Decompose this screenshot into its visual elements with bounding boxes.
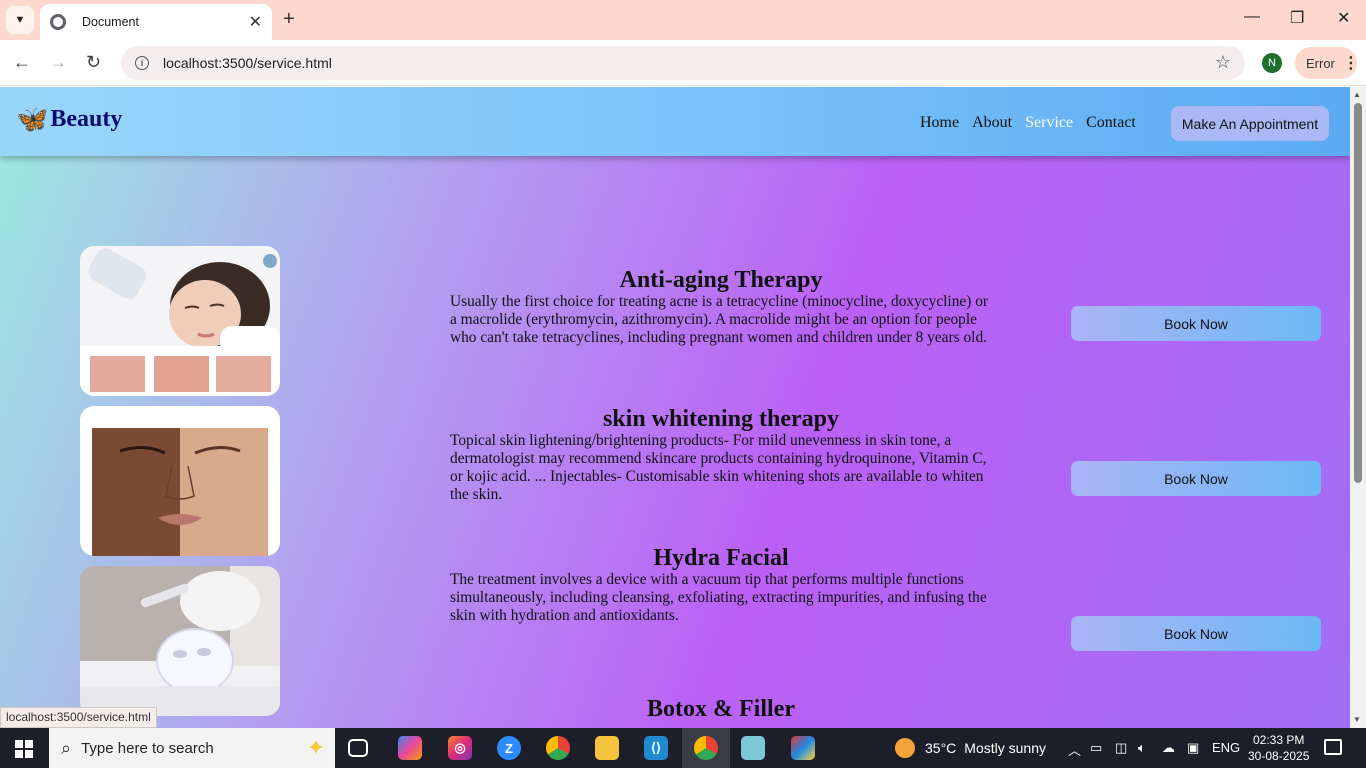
site-header: 🦋 Beauty Home About Service Contact Make…: [0, 87, 1350, 156]
paint-app-icon[interactable]: [791, 736, 815, 760]
page-scrollbar[interactable]: ▲ ▼: [1350, 87, 1366, 728]
scroll-down-icon[interactable]: ▼: [1353, 715, 1361, 724]
error-label: Error: [1306, 55, 1335, 71]
anti-aging-image: [80, 246, 280, 396]
scrollbar-thumb[interactable]: [1354, 103, 1362, 483]
tab-strip: ▼ Document ✕ + — ❐ ✕: [0, 0, 1366, 40]
services-section: Anti-aging Therapy Usually the first cho…: [0, 156, 1350, 728]
search-placeholder: Type here to search: [81, 739, 214, 757]
windows-taskbar: ⌕ Type here to search ✦ ◎ Z ⟨⟩ 35°C Most…: [0, 728, 1366, 768]
chrome-icon[interactable]: [546, 736, 570, 760]
scroll-up-icon[interactable]: ▲: [1353, 90, 1361, 99]
service-description: The treatment involves a device with a v…: [450, 571, 987, 624]
minimize-icon[interactable]: —: [1244, 8, 1260, 26]
clock-time: 02:33 PM: [1253, 733, 1305, 747]
nav-service[interactable]: Service: [1025, 114, 1073, 132]
main-nav: Home About Service Contact: [920, 114, 1136, 132]
notes-app-icon[interactable]: [741, 736, 765, 760]
status-bubble: localhost:3500/service.html: [0, 707, 157, 728]
notification-icon[interactable]: [1324, 739, 1342, 755]
browser-toolbar: ← → ↻ i localhost:3500/service.html ☆: [0, 40, 1366, 86]
instagram-icon[interactable]: ◎: [448, 736, 472, 760]
chrome-profile-icon[interactable]: [694, 736, 718, 760]
language-indicator[interactable]: ENG: [1212, 740, 1240, 755]
vscode-icon[interactable]: ⟨⟩: [644, 736, 668, 760]
page-viewport: 🦋 Beauty Home About Service Contact Make…: [0, 87, 1350, 728]
bookmark-star-icon[interactable]: ☆: [1215, 52, 1231, 73]
taskbar-clock[interactable]: 02:33 PM 30-08-2025: [1248, 732, 1309, 764]
more-options-icon: ⋮: [1342, 55, 1359, 72]
copilot-sparkle-icon: ✦: [306, 735, 325, 760]
butterfly-icon: 🦋: [16, 104, 49, 134]
display-icon[interactable]: ▣: [1187, 740, 1199, 756]
nav-about[interactable]: About: [972, 114, 1012, 132]
hydra-facial-image: [80, 566, 280, 716]
service-title: Anti-aging Therapy: [619, 267, 823, 293]
globe-icon: [50, 14, 66, 30]
service-description: Usually the first choice for treating ac…: [450, 293, 989, 346]
forward-icon[interactable]: →: [49, 52, 67, 73]
service-title: skin whitening therapy: [602, 406, 840, 432]
profile-avatar[interactable]: N: [1262, 53, 1282, 73]
book-now-button-skin-whitening[interactable]: Book Now: [1071, 461, 1321, 496]
site-logo[interactable]: 🦋 Beauty: [16, 105, 122, 133]
service-card-skin-whitening: skin whitening therapy Topical skin ligh…: [450, 406, 992, 504]
skin-whitening-image: [80, 406, 280, 556]
weather-temp: 35°C: [925, 740, 957, 756]
chevron-down-icon: ▼: [14, 14, 26, 26]
brand-name: Beauty: [50, 105, 123, 132]
network-icon[interactable]: ☁︎: [1162, 740, 1175, 756]
volume-icon[interactable]: 🔈︎: [1138, 740, 1146, 756]
battery-icon[interactable]: ▭: [1090, 740, 1102, 756]
service-description: Topical skin lightening/brightening prod…: [450, 432, 987, 503]
error-button[interactable]: Error ⋮: [1295, 47, 1359, 79]
new-tab-icon[interactable]: +: [283, 8, 295, 31]
taskbar-search[interactable]: ⌕ Type here to search ✦: [49, 728, 335, 768]
tab-title: Document: [82, 15, 139, 29]
service-title: Hydra Facial: [653, 545, 789, 571]
book-now-button-hydra-facial[interactable]: Book Now: [1071, 616, 1321, 651]
file-explorer-icon[interactable]: [595, 736, 619, 760]
browser-tab[interactable]: Document ✕: [40, 4, 272, 40]
weather-text: Mostly sunny: [964, 740, 1046, 756]
chevron-up-icon[interactable]: ︿: [1068, 740, 1081, 759]
tab-search-button[interactable]: ▼: [6, 6, 34, 34]
zoom-icon[interactable]: Z: [497, 736, 521, 760]
close-window-icon[interactable]: ✕: [1337, 8, 1350, 28]
search-icon: ⌕: [61, 737, 72, 758]
site-info-icon[interactable]: i: [135, 56, 149, 70]
nav-home[interactable]: Home: [920, 114, 959, 132]
windows-start-icon[interactable]: [15, 740, 33, 758]
url-text: localhost:3500/service.html: [163, 55, 332, 71]
service-title: Botox & Filler: [647, 696, 795, 722]
clock-date: 30-08-2025: [1248, 749, 1310, 763]
book-now-button-anti-aging[interactable]: Book Now: [1071, 306, 1321, 341]
restore-icon[interactable]: ❐: [1290, 8, 1304, 28]
service-card-botox: Botox & Filler: [450, 696, 992, 722]
copilot-icon[interactable]: [398, 736, 422, 760]
nav-contact[interactable]: Contact: [1086, 114, 1136, 132]
task-view-icon[interactable]: [348, 739, 368, 757]
address-bar[interactable]: i localhost:3500/service.html ☆: [121, 46, 1245, 80]
weather-widget[interactable]: 35°C Mostly sunny: [895, 738, 1046, 758]
close-tab-icon[interactable]: ✕: [249, 12, 262, 32]
reload-icon[interactable]: ↻: [86, 52, 101, 73]
meet-now-icon[interactable]: ◫: [1115, 740, 1127, 756]
service-card-anti-aging: Anti-aging Therapy Usually the first cho…: [450, 267, 992, 347]
weather-sun-icon: [895, 738, 915, 758]
make-appointment-button[interactable]: Make An Appointment: [1171, 106, 1329, 141]
back-icon[interactable]: ←: [13, 52, 31, 73]
service-card-hydra-facial: Hydra Facial The treatment involves a de…: [450, 545, 992, 625]
